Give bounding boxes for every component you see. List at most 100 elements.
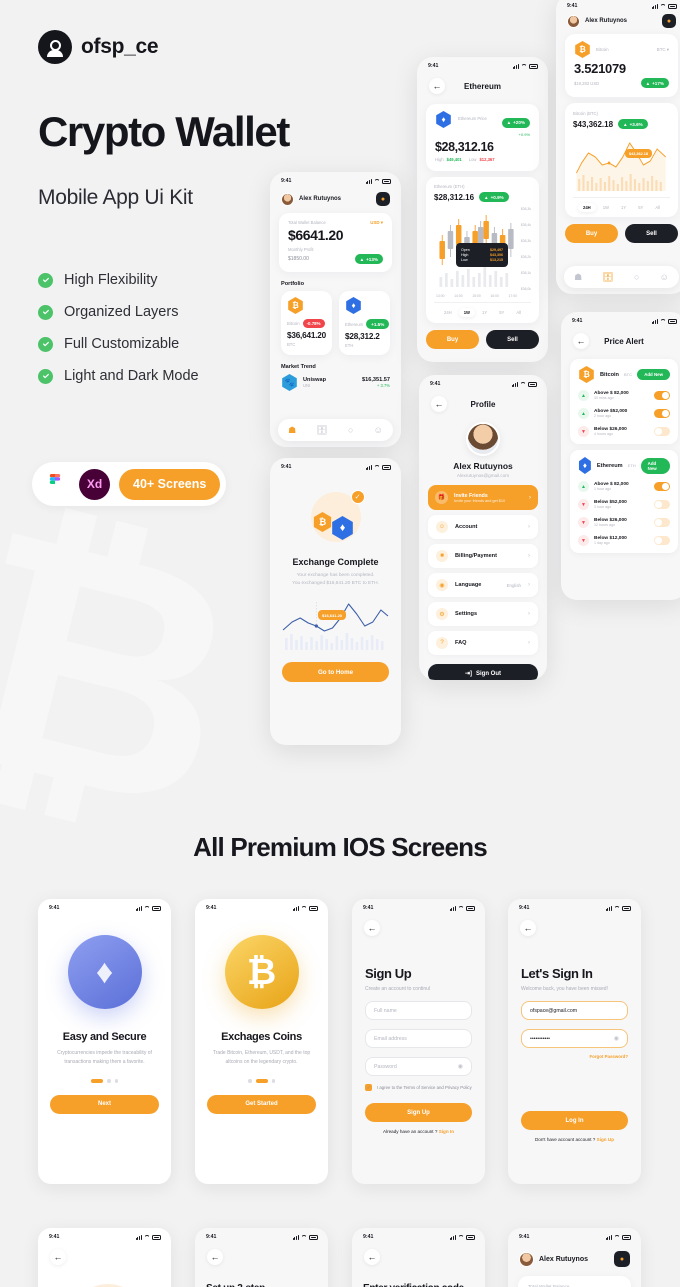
bottom-nav[interactable]: ☗ 🗄 ○ ☺ (564, 266, 679, 288)
alert-row[interactable]: ▼ Below $52,000 3 hour ago (578, 499, 670, 510)
nav-profile-icon[interactable]: ☺ (374, 425, 383, 435)
email-input[interactable]: ofspace@gmail.com (521, 1001, 628, 1020)
signup-link[interactable]: Sign Up (597, 1137, 614, 1142)
app-logo-icon[interactable]: ● (376, 192, 390, 206)
alert-toggle[interactable] (654, 427, 670, 436)
exchange-title: Exchange Complete (292, 557, 379, 567)
alert-toggle[interactable] (654, 518, 670, 527)
add-new-alert-button[interactable]: Add New (637, 369, 670, 380)
back-icon[interactable]: ← (207, 1249, 223, 1265)
buy-button[interactable]: Buy (426, 330, 479, 349)
range-24h[interactable]: 24H (578, 203, 596, 212)
feature-list: High Flexibility Organized Layers Full C… (38, 264, 199, 392)
email-value: ofspace@gmail.com (530, 1007, 578, 1014)
go-to-home-button[interactable]: Go to Home (282, 662, 389, 683)
btc-area-chart: $43,362.18 (573, 133, 670, 193)
back-icon[interactable]: ← (431, 396, 447, 412)
back-icon[interactable]: ← (364, 920, 380, 936)
signin-link[interactable]: Sign In (439, 1129, 454, 1134)
terms-row[interactable]: ✓ I agree to the Terms of Service and Pr… (365, 1084, 472, 1091)
signal-icon (449, 905, 456, 911)
pagination-dots[interactable] (38, 1079, 171, 1083)
range-all[interactable]: All (511, 308, 526, 317)
portfolio-card-ethereum[interactable]: ♦ Ethereum +1.5% $28,312.2 ETH (339, 291, 390, 355)
app-logo-icon[interactable]: ● (662, 14, 676, 28)
nav-profile-icon[interactable]: ☺ (660, 272, 669, 282)
wifi-icon (520, 382, 526, 387)
sign-out-button[interactable]: ⇥] Sign Out (428, 664, 538, 680)
range-5y[interactable]: 5Y (494, 308, 509, 317)
back-icon[interactable]: ← (429, 78, 445, 94)
sell-button[interactable]: Sell (486, 330, 539, 349)
get-started-button[interactable]: Get Started (207, 1094, 316, 1114)
ethereum-icon: ♦ (578, 457, 591, 474)
back-icon[interactable]: ← (520, 920, 536, 936)
nav-chat-icon[interactable]: ○ (348, 425, 353, 435)
status-time: 9:41 (572, 318, 583, 324)
alert-toggle[interactable] (654, 409, 670, 418)
full-name-input[interactable]: Full name (365, 1001, 472, 1020)
chevron-right-icon: › (528, 524, 530, 530)
range-all[interactable]: All (650, 203, 665, 212)
nav-wallet-icon[interactable]: 🗄 (316, 425, 327, 436)
eye-icon[interactable]: ◉ (614, 1035, 619, 1042)
invite-friends-banner[interactable]: 🎁 Invite Friends Invite your friends and… (428, 485, 538, 510)
status-time: 9:41 (430, 381, 441, 387)
back-icon[interactable]: ← (573, 333, 589, 349)
add-new-alert-button[interactable]: Add New (640, 457, 670, 474)
alert-toggle[interactable] (654, 536, 670, 545)
app-logo-icon[interactable]: ● (614, 1251, 630, 1267)
nav-chat-icon[interactable]: ○ (634, 272, 639, 282)
alert-row[interactable]: ▲ Above $ 82,000 30 mins ago (578, 390, 670, 401)
range-1w[interactable]: 1W (598, 203, 614, 212)
signup-title: Sign Up (365, 966, 412, 981)
currency-selector[interactable]: BTC ▾ (657, 47, 669, 53)
profile-item-settings[interactable]: ⚙ Settings › (428, 602, 538, 626)
range-1w[interactable]: 1W (458, 308, 475, 317)
eye-icon[interactable]: ◉ (458, 1063, 463, 1070)
alert-toggle[interactable] (654, 391, 670, 400)
profile-item-language[interactable]: ◉ Language English › (428, 573, 538, 597)
portfolio-card-bitcoin[interactable]: ₿ Bitcoin -0.78% $36,641.20 BTC (281, 291, 332, 355)
terms-checkbox[interactable]: ✓ (365, 1084, 372, 1091)
wifi-icon (458, 1235, 464, 1240)
alert-toggle[interactable] (654, 482, 670, 491)
alert-row[interactable]: ▼ Below $26,000 4 hours ago (578, 426, 670, 437)
email-input[interactable]: Email address (365, 1029, 472, 1048)
range-1y[interactable]: 1Y (477, 308, 492, 317)
alert-row[interactable]: ▼ Below $12,000 1 day ago (578, 535, 670, 546)
sell-button[interactable]: Sell (625, 224, 678, 243)
range-1y[interactable]: 1Y (616, 203, 631, 212)
range-selector[interactable]: 24H 1W 1Y 5Y All (434, 302, 531, 317)
nav-home-icon[interactable]: ☗ (574, 272, 582, 283)
buy-button[interactable]: Buy (565, 224, 618, 243)
nav-wallet-icon[interactable]: 🗄 (602, 272, 613, 283)
alert-toggle[interactable] (654, 500, 670, 509)
market-row-uniswap[interactable]: 🐾 Uniswap UNI $16,351.57 + 3.7% (270, 374, 401, 391)
signup-button[interactable]: Sign Up (365, 1103, 472, 1122)
next-button[interactable]: Next (50, 1094, 159, 1114)
alert-row[interactable]: ▲ Above $52,000 2 hour ago (578, 408, 670, 419)
forgot-password-link[interactable]: Forgot Password? (508, 1048, 641, 1059)
range-24h[interactable]: 24H (439, 308, 457, 317)
login-button[interactable]: Log In (521, 1111, 628, 1130)
profile-email: Alexrutuynos@gmail.com (456, 473, 510, 478)
nav-home-icon[interactable]: ☗ (288, 425, 296, 436)
password-input[interactable]: ••••••••••• ◉ (521, 1029, 628, 1048)
alert-row[interactable]: ▼ Below $26,000 12 hours ago (578, 517, 670, 528)
alert-row[interactable]: ▲ Above $ 82,000 1 hour ago (578, 481, 670, 492)
pagination-dots[interactable] (195, 1079, 328, 1083)
back-icon[interactable]: ← (50, 1249, 66, 1265)
profile-item-billing[interactable]: ■ Billing/Payment › (428, 544, 538, 568)
status-bar: 9:41 (38, 1228, 171, 1242)
btc-holding-usd: $19,283 USD (574, 80, 600, 86)
signal-icon (292, 1234, 299, 1240)
back-icon[interactable]: ← (364, 1249, 380, 1265)
password-input[interactable]: Password ◉ (365, 1057, 472, 1076)
profile-item-faq[interactable]: ? FAQ › (428, 631, 538, 655)
bottom-nav[interactable]: ☗ 🗄 ○ ☺ (278, 419, 393, 441)
currency-selector[interactable]: USD ▾ (370, 220, 383, 226)
range-selector[interactable]: 24H 1W 1Y 5Y All (573, 197, 670, 212)
profile-item-account[interactable]: ☺ Account › (428, 515, 538, 539)
range-5y[interactable]: 5Y (633, 203, 648, 212)
